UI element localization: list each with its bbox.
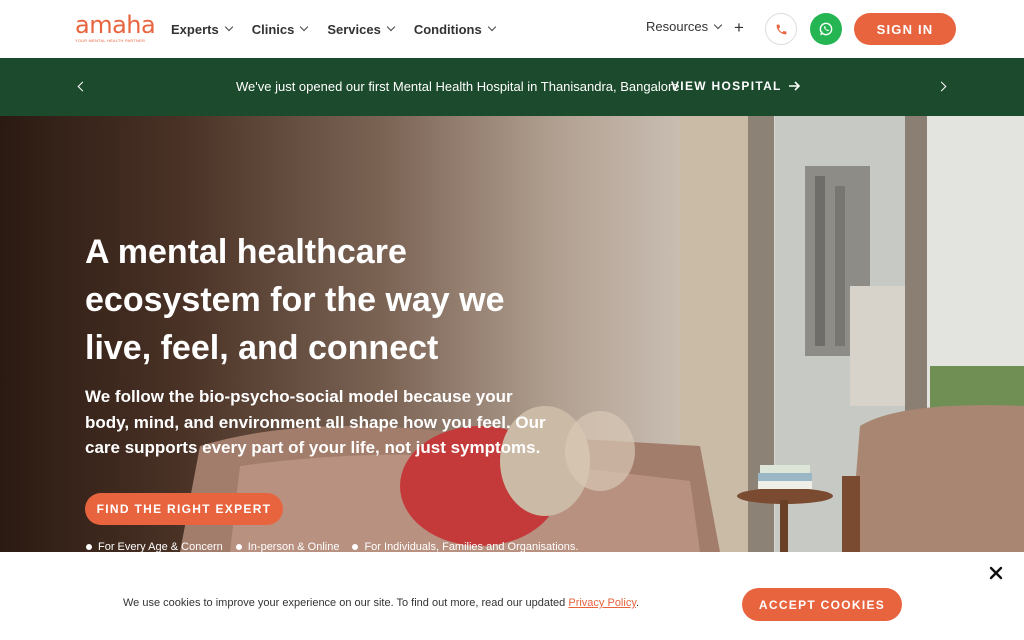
chevron-down-icon — [487, 22, 496, 32]
view-hospital-link[interactable]: VIEW HOSPITAL — [671, 79, 801, 93]
nav-item-experts[interactable]: Experts — [171, 21, 233, 37]
chevron-down-icon — [713, 20, 723, 29]
nav-label: Clinics — [251, 21, 295, 37]
whatsapp-button[interactable] — [810, 13, 842, 45]
bullet-text: In-person & Online — [247, 541, 340, 552]
cookie-message: We use cookies to improve your experienc… — [123, 597, 639, 609]
cookie-banner: We use cookies to improve your experienc… — [0, 552, 1024, 640]
plus-button[interactable]: + — [729, 18, 749, 38]
bullet-dot-icon — [86, 544, 92, 550]
nav-label: Resources — [646, 19, 709, 34]
bullet-dot-icon — [235, 544, 242, 550]
close-icon[interactable] — [989, 566, 1003, 580]
nav-label: Conditions — [413, 21, 482, 37]
logo-wordmark: amaha — [75, 11, 156, 39]
bullet-text: For Every Age & Concern — [98, 541, 223, 552]
main-nav: Experts Clinics Services Conditions — [171, 0, 515, 58]
bullet-item: For Individuals, Families and Organisati… — [352, 541, 578, 552]
nav-item-conditions[interactable]: Conditions — [413, 21, 496, 37]
announcement-text: We've just opened our first Mental Healt… — [236, 79, 680, 94]
chevron-right-icon[interactable] — [936, 80, 950, 94]
call-button[interactable] — [765, 13, 797, 45]
hero-subheading: We follow the bio-psycho-social model be… — [85, 387, 546, 457]
nav-item-services[interactable]: Services — [327, 21, 396, 37]
hero-section: A mental healthcare ecosystem for the wa… — [0, 116, 1024, 552]
chevron-down-icon — [224, 22, 233, 32]
sign-in-button[interactable]: SIGN IN — [854, 13, 956, 45]
bullet-item: For Every Age & Concern — [86, 541, 223, 552]
arrow-right-icon — [788, 81, 800, 91]
hero-bullets: For Every Age & Concern In-person & Onli… — [86, 541, 578, 552]
cookie-text: We use cookies to improve your experienc… — [123, 597, 569, 609]
accept-cookies-button[interactable]: ACCEPT COOKIES — [742, 588, 902, 621]
view-hospital-label: VIEW HOSPITAL — [671, 79, 782, 93]
hero-heading: A mental healthcare ecosystem for the wa… — [85, 233, 505, 367]
announcement-bar: We've just opened our first Mental Healt… — [0, 58, 1024, 116]
bullet-text: For Individuals, Families and Organisati… — [364, 541, 579, 552]
site-header: amaha YOUR MENTAL HEALTH PARTNER Experts… — [0, 0, 1024, 58]
chevron-left-icon[interactable] — [74, 80, 88, 94]
nav-label: Experts — [171, 21, 219, 37]
chevron-down-icon — [300, 22, 309, 32]
nav-item-clinics[interactable]: Clinics — [251, 21, 309, 37]
privacy-policy-link[interactable]: Privacy Policy — [568, 597, 636, 609]
bullet-dot-icon — [352, 544, 359, 550]
cookie-text-end: . — [636, 597, 640, 609]
bullet-item: In-person & Online — [235, 541, 340, 552]
logo-tagline: YOUR MENTAL HEALTH PARTNER — [75, 38, 146, 43]
phone-icon — [776, 24, 786, 34]
nav-item-resources[interactable]: Resources — [646, 19, 723, 34]
close-icon-glyph — [989, 566, 1003, 580]
nav-label: Services — [327, 21, 381, 37]
chevron-down-icon — [386, 22, 396, 32]
whatsapp-icon — [819, 22, 833, 36]
amaha-logo[interactable]: amaha YOUR MENTAL HEALTH PARTNER — [75, 11, 156, 44]
find-expert-button[interactable]: FIND THE RIGHT EXPERT — [85, 493, 283, 525]
